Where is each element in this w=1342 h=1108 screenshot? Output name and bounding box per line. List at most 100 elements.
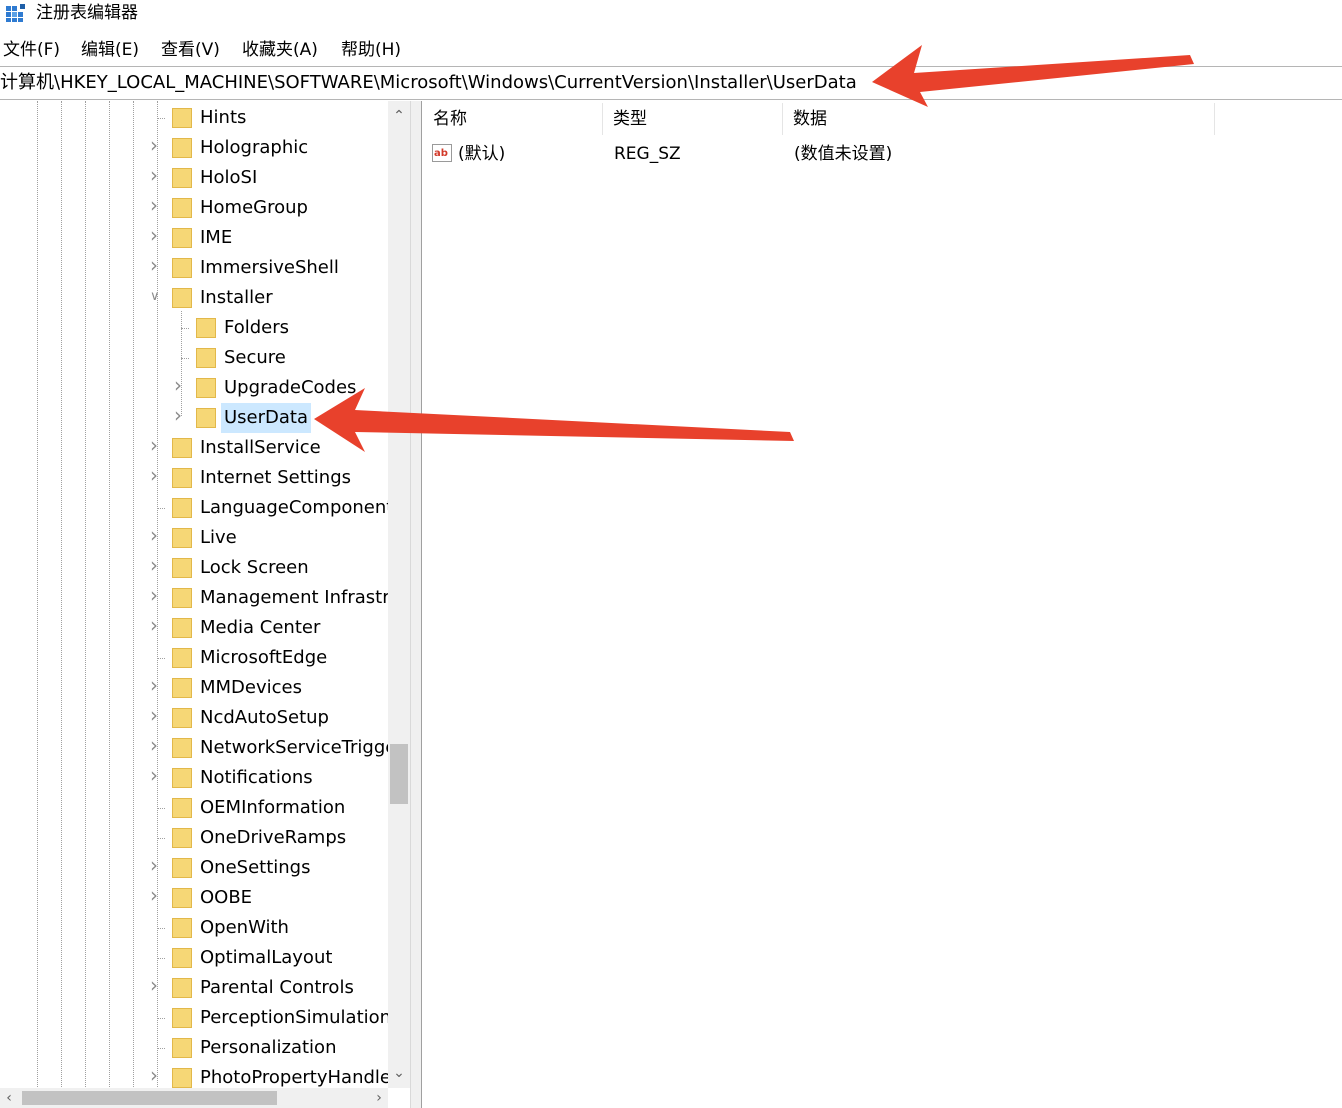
tree-node[interactable]: › Holographic <box>0 133 410 163</box>
tree-node-label[interactable]: LanguageComponent <box>197 493 396 523</box>
tree-node[interactable]: › Internet Settings <box>0 463 410 493</box>
chevron-right-icon[interactable]: › <box>150 735 162 755</box>
tree-node-label[interactable]: Lock Screen <box>197 553 312 583</box>
chevron-right-icon[interactable]: › <box>150 135 162 155</box>
tree-node[interactable]: Folders <box>0 313 410 343</box>
tree-node-label[interactable]: Notifications <box>197 763 316 793</box>
tree-node[interactable]: › ImmersiveShell <box>0 253 410 283</box>
scroll-right-icon[interactable]: › <box>370 1088 388 1108</box>
address-path[interactable]: 计算机\HKEY_LOCAL_MACHINE\SOFTWARE\Microsof… <box>0 70 857 96</box>
menu-view[interactable]: 查看(V) <box>161 38 220 62</box>
tree-node-label[interactable]: NcdAutoSetup <box>197 703 332 733</box>
tree-node[interactable]: › MMDevices <box>0 673 410 703</box>
tree-node-label[interactable]: OptimalLayout <box>197 943 335 973</box>
tree-node[interactable]: › Management Infrastru <box>0 583 410 613</box>
tree-node-label[interactable]: Installer <box>197 283 276 313</box>
tree-node-label[interactable]: MicrosoftEdge <box>197 643 330 673</box>
menu-favorites[interactable]: 收藏夹(A) <box>242 38 318 62</box>
tree-node-label[interactable]: OEMInformation <box>197 793 348 823</box>
chevron-right-icon[interactable]: › <box>150 225 162 245</box>
tree-node-label[interactable]: Holographic <box>197 133 311 163</box>
scroll-down-icon[interactable]: ⌄ <box>388 1058 410 1088</box>
tree-node[interactable]: › NcdAutoSetup <box>0 703 410 733</box>
tree-node[interactable]: › OneSettings <box>0 853 410 883</box>
tree-node-label[interactable]: UserData <box>221 403 312 433</box>
chevron-right-icon[interactable]: › <box>150 525 162 545</box>
tree-node[interactable]: › Notifications <box>0 763 410 793</box>
tree-node[interactable]: OEMInformation <box>0 793 410 823</box>
tree-node-label[interactable]: IME <box>197 223 235 253</box>
tree-node[interactable]: OneDriveRamps <box>0 823 410 853</box>
tree-node[interactable]: PerceptionSimulationE <box>0 1003 410 1033</box>
chevron-right-icon[interactable]: › <box>150 705 162 725</box>
values-list[interactable]: 名称 类型 数据 ab (默认) REG_SZ (数值未设置) <box>422 101 1342 1108</box>
tree-node-label[interactable]: HomeGroup <box>197 193 311 223</box>
tree-node[interactable]: › Parental Controls <box>0 973 410 1003</box>
chevron-right-icon[interactable]: › <box>174 405 186 425</box>
tree-node-label[interactable]: OneSettings <box>197 853 313 883</box>
chevron-right-icon[interactable]: › <box>150 975 162 995</box>
chevron-right-icon[interactable]: › <box>150 465 162 485</box>
chevron-right-icon[interactable]: › <box>150 615 162 635</box>
scroll-up-icon[interactable]: ⌃ <box>388 101 410 131</box>
tree-node[interactable]: › OOBE <box>0 883 410 913</box>
pane-splitter[interactable] <box>410 101 422 1108</box>
tree-node[interactable]: Secure <box>0 343 410 373</box>
chevron-right-icon[interactable]: › <box>150 195 162 215</box>
chevron-right-icon[interactable]: › <box>150 165 162 185</box>
value-row[interactable]: ab (默认) REG_SZ (数值未设置) <box>422 139 1322 169</box>
tree-node[interactable]: › HoloSI <box>0 163 410 193</box>
chevron-right-icon[interactable]: › <box>150 855 162 875</box>
tree-node-label[interactable]: Live <box>197 523 240 553</box>
tree-node-label[interactable]: Secure <box>221 343 289 373</box>
tree-node[interactable]: › Lock Screen <box>0 553 410 583</box>
chevron-right-icon[interactable]: › <box>150 765 162 785</box>
tree-horizontal-scrollbar[interactable]: ‹ › <box>0 1088 388 1108</box>
tree-node-label[interactable]: InstallService <box>197 433 324 463</box>
tree-node-label[interactable]: ImmersiveShell <box>197 253 342 283</box>
column-header-type[interactable]: 类型 <box>602 101 782 137</box>
tree-node-label[interactable]: OneDriveRamps <box>197 823 349 853</box>
tree-node-label[interactable]: UpgradeCodes <box>221 373 359 403</box>
tree-node-label[interactable]: PerceptionSimulationE <box>197 1003 405 1033</box>
scroll-thumb[interactable] <box>390 744 408 804</box>
scroll-left-icon[interactable]: ‹ <box>0 1088 18 1108</box>
tree-node-label[interactable]: Folders <box>221 313 292 343</box>
tree-node-label[interactable]: Management Infrastru <box>197 583 404 613</box>
tree-node-label[interactable]: Hints <box>197 103 249 133</box>
menu-edit[interactable]: 编辑(E) <box>81 38 139 62</box>
tree-node-label[interactable]: Internet Settings <box>197 463 354 493</box>
menu-help[interactable]: 帮助(H) <box>341 38 401 62</box>
tree-node[interactable]: › Media Center <box>0 613 410 643</box>
scroll-thumb[interactable] <box>22 1091 277 1105</box>
chevron-right-icon[interactable]: › <box>150 585 162 605</box>
tree-node-label[interactable]: Parental Controls <box>197 973 357 1003</box>
tree-node[interactable]: › UserData <box>0 403 410 433</box>
registry-tree[interactable]: Hints › Holographic › HoloSI › HomeGroup › IME › I… <box>0 101 410 1108</box>
tree-node[interactable]: › NetworkServiceTrigge <box>0 733 410 763</box>
tree-node[interactable]: › HomeGroup <box>0 193 410 223</box>
menu-file[interactable]: 文件(F) <box>3 38 60 62</box>
tree-node-label[interactable]: MMDevices <box>197 673 305 703</box>
chevron-down-icon[interactable]: ∨ <box>150 290 162 304</box>
chevron-right-icon[interactable]: › <box>150 1065 162 1085</box>
tree-node[interactable]: › InstallService <box>0 433 410 463</box>
tree-node-label[interactable]: OpenWith <box>197 913 292 943</box>
chevron-right-icon[interactable]: › <box>150 555 162 575</box>
tree-node-label[interactable]: NetworkServiceTrigge <box>197 733 399 763</box>
tree-node-label[interactable]: Media Center <box>197 613 323 643</box>
chevron-right-icon[interactable]: › <box>150 255 162 275</box>
tree-node-label[interactable]: Personalization <box>197 1033 339 1063</box>
tree-node-label[interactable]: OOBE <box>197 883 255 913</box>
column-separator[interactable] <box>1214 103 1215 135</box>
column-header-data[interactable]: 数据 <box>782 101 1214 137</box>
column-header-name[interactable]: 名称 <box>422 101 602 137</box>
address-bar[interactable]: 计算机\HKEY_LOCAL_MACHINE\SOFTWARE\Microsof… <box>0 66 1342 100</box>
tree-node[interactable]: Hints <box>0 103 410 133</box>
chevron-right-icon[interactable]: › <box>150 435 162 455</box>
tree-node-label[interactable]: HoloSI <box>197 163 260 193</box>
tree-node[interactable]: OpenWith <box>0 913 410 943</box>
tree-vertical-scrollbar[interactable]: ⌃ ⌄ <box>388 101 410 1088</box>
tree-node[interactable]: LanguageComponent <box>0 493 410 523</box>
tree-node[interactable]: › Live <box>0 523 410 553</box>
